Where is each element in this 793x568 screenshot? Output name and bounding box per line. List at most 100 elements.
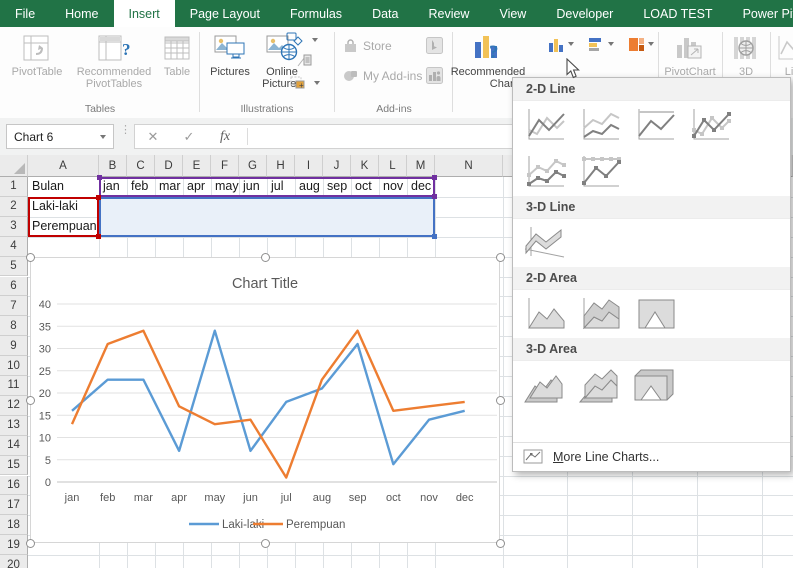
column-header-j[interactable]: J (323, 155, 351, 177)
stacked-area-chart-icon[interactable] (576, 295, 622, 333)
row-header-8[interactable]: 8 (0, 316, 28, 337)
map-3d-button[interactable]: 3D (726, 30, 766, 78)
range-handle[interactable] (97, 175, 102, 180)
row-header-3[interactable]: 3 (0, 216, 28, 237)
stacked-line-chart-icon[interactable] (576, 106, 622, 144)
series-names-range-highlight (28, 196, 99, 237)
cancel-icon[interactable]: ✕ (135, 129, 171, 145)
row-header-6[interactable]: 6 (0, 276, 28, 297)
tab-home[interactable]: Home (50, 0, 113, 27)
recommended-pivottables-button[interactable]: ? Recommended PivotTables (68, 30, 160, 90)
column-header-d[interactable]: D (155, 155, 183, 177)
screenshot-button[interactable]: + (290, 76, 320, 90)
area-chart-icon[interactable] (521, 295, 567, 333)
row-header-17[interactable]: 17 (0, 495, 28, 516)
row-header-19[interactable]: 19 (0, 535, 28, 556)
smartart-button[interactable] (296, 54, 312, 68)
column-header-e[interactable]: E (183, 155, 211, 177)
cell[interactable]: Bulan (28, 177, 99, 197)
tab-data[interactable]: Data (357, 0, 413, 27)
area-3d-chart-icon[interactable] (521, 366, 567, 404)
row-header-20[interactable]: 20 (0, 555, 28, 568)
row-header-18[interactable]: 18 (0, 515, 28, 536)
row-header-5[interactable]: 5 (0, 256, 28, 277)
chart-resize-handle[interactable] (25, 252, 35, 262)
row-header-16[interactable]: 16 (0, 475, 28, 496)
row-header-14[interactable]: 14 (0, 435, 28, 456)
column-header-c[interactable]: C (127, 155, 155, 177)
row-header-15[interactable]: 15 (0, 455, 28, 476)
more-line-charts-item[interactable]: More Line Charts... (513, 442, 790, 471)
pivotchart-button[interactable]: PivotChart (662, 30, 718, 78)
insert-bar-chart-button[interactable] (586, 33, 624, 55)
tab-load-test[interactable]: LOAD TEST (628, 0, 727, 27)
my-addins-button[interactable]: My Add-ins (343, 69, 437, 83)
column-header-b[interactable]: B (99, 155, 127, 177)
area-100-chart-icon[interactable] (631, 295, 677, 333)
select-all-corner[interactable] (0, 155, 28, 177)
bing-maps-button[interactable] (426, 37, 443, 54)
column-header-g[interactable]: G (239, 155, 267, 177)
tab-file[interactable]: File (0, 0, 50, 27)
range-handle[interactable] (96, 194, 101, 200)
row-header-10[interactable]: 10 (0, 356, 28, 376)
line-markers-chart-icon[interactable] (686, 106, 732, 144)
column-header-n[interactable]: N (435, 155, 503, 177)
row-header-1[interactable]: 1 (0, 177, 28, 197)
line-chart-icon[interactable] (521, 106, 567, 144)
line-3d-chart-icon[interactable] (521, 224, 567, 262)
chart-resize-handle[interactable] (495, 395, 505, 405)
column-header-a[interactable]: A (28, 155, 99, 177)
store-button[interactable]: Store (343, 39, 392, 53)
column-header-l[interactable]: L (379, 155, 407, 177)
tab-insert[interactable]: Insert (113, 0, 175, 27)
tab-view[interactable]: View (484, 0, 541, 27)
line-100-chart-icon[interactable] (631, 106, 677, 144)
formula-bar-resize-handle[interactable]: ⋮ (120, 125, 131, 136)
name-box[interactable]: Chart 6 (6, 124, 114, 149)
pictures-button[interactable]: Pictures (206, 30, 254, 78)
insert-column-chart-button[interactable] (546, 33, 584, 55)
range-handle[interactable] (432, 193, 437, 199)
recommended-charts-button[interactable]: ? Recommended Charts (451, 30, 525, 90)
table-button[interactable]: Table (158, 30, 196, 78)
area-100-3d-chart-icon[interactable] (631, 366, 677, 404)
row-header-13[interactable]: 13 (0, 415, 28, 436)
name-box-dropdown-icon[interactable] (100, 134, 106, 139)
range-handle[interactable] (96, 233, 101, 239)
chart-resize-handle[interactable] (495, 252, 505, 262)
column-header-f[interactable]: F (211, 155, 239, 177)
tab-developer[interactable]: Developer (541, 0, 628, 27)
tab-power-pivot[interactable]: Power Pivot (728, 0, 793, 27)
column-header-m[interactable]: M (407, 155, 435, 177)
shapes-button[interactable] (286, 32, 318, 48)
pivottable-button[interactable]: PivotTable (6, 30, 68, 78)
column-header-k[interactable]: K (351, 155, 379, 177)
chart-resize-handle[interactable] (495, 538, 505, 548)
sparkline-line-button[interactable]: Li (774, 30, 793, 78)
chart-resize-handle[interactable] (260, 252, 270, 262)
row-header-2[interactable]: 2 (0, 196, 28, 217)
insert-function-icon[interactable]: fx (207, 129, 243, 145)
chart-resize-handle[interactable] (25, 538, 35, 548)
row-header-9[interactable]: 9 (0, 336, 28, 357)
chart-resize-handle[interactable] (260, 538, 270, 548)
stacked-line-markers-chart-icon[interactable] (521, 153, 567, 191)
range-handle[interactable] (432, 175, 437, 180)
row-header-4[interactable]: 4 (0, 236, 28, 257)
tab-page-layout[interactable]: Page Layout (175, 0, 275, 27)
enter-icon[interactable]: ✓ (171, 129, 207, 145)
range-handle[interactable] (432, 233, 437, 239)
column-header-i[interactable]: I (295, 155, 323, 177)
people-graph-button[interactable] (426, 67, 443, 84)
tab-formulas[interactable]: Formulas (275, 0, 357, 27)
stacked-area-3d-chart-icon[interactable] (576, 366, 622, 404)
embedded-chart[interactable]: Chart Title 0 5 10 15 20 25 30 35 40 jan feb mar apr m… (30, 257, 500, 543)
line-100-markers-chart-icon[interactable] (576, 153, 622, 191)
row-header-11[interactable]: 11 (0, 376, 28, 396)
row-header-7[interactable]: 7 (0, 296, 28, 317)
tab-review[interactable]: Review (413, 0, 484, 27)
chart-resize-handle[interactable] (25, 395, 35, 405)
row-header-12[interactable]: 12 (0, 395, 28, 416)
column-header-h[interactable]: H (267, 155, 295, 177)
